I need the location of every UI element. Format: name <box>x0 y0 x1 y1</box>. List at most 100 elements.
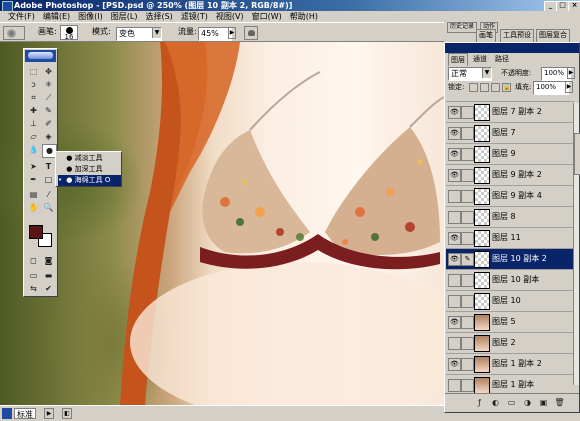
flyout-item-sponge[interactable]: • ● 海绵工具 O <box>58 175 121 186</box>
menu-item[interactable]: 文件(F) <box>4 11 39 22</box>
tab-layers[interactable]: 图层 <box>448 53 468 66</box>
visibility-eye-icon[interactable] <box>448 211 461 224</box>
lock-pixels-checkbox[interactable] <box>480 83 489 92</box>
link-icon[interactable] <box>461 169 474 182</box>
foreground-color-swatch[interactable] <box>29 225 43 239</box>
new-adjustment-layer-icon[interactable]: ◑ <box>521 397 534 409</box>
lock-all-icon[interactable]: 🔒 <box>502 83 511 92</box>
link-icon[interactable] <box>461 127 474 140</box>
menu-item[interactable]: 帮助(H) <box>286 11 322 22</box>
paintbrush-icon[interactable]: ✎ <box>461 253 474 266</box>
visibility-eye-icon[interactable] <box>448 379 461 392</box>
lasso-tool-icon[interactable]: ↄ <box>27 79 40 91</box>
layer-row[interactable]: 👁 ✎ 图层 10 副本 2 <box>446 248 574 270</box>
visibility-eye-icon[interactable] <box>448 337 461 350</box>
paint-bucket-tool-icon[interactable]: ◈ <box>42 131 55 143</box>
menu-item[interactable]: 编辑(E) <box>39 11 74 22</box>
link-icon[interactable] <box>461 148 474 161</box>
link-icon[interactable] <box>461 190 474 203</box>
menu-item[interactable]: 窗口(W) <box>248 11 286 22</box>
flyout-item-burn[interactable]: ● 加深工具 <box>58 164 121 175</box>
menu-item[interactable]: 选择(S) <box>141 11 176 22</box>
brush-tool-icon[interactable]: ✎ <box>42 105 55 117</box>
menu-item[interactable]: 视图(V) <box>212 11 248 22</box>
blend-mode-select[interactable]: 正常 ▼ <box>448 67 492 81</box>
healing-brush-tool-icon[interactable]: ✚ <box>27 105 40 117</box>
jump-to-imageready-icon[interactable]: ⇆ <box>27 283 40 295</box>
menu-item[interactable]: 滤镜(T) <box>177 11 212 22</box>
hand-tool-icon[interactable]: ✋ <box>27 202 40 214</box>
link-icon[interactable] <box>461 379 474 392</box>
opacity-slider-toggle[interactable]: ▶ <box>567 67 575 79</box>
blur-tool-icon[interactable]: 💧 <box>27 144 40 156</box>
document-canvas[interactable] <box>0 42 444 405</box>
flow-field[interactable]: 45% <box>198 27 232 41</box>
airbrush-button[interactable] <box>244 26 258 40</box>
fill-slider-toggle[interactable]: ▶ <box>565 81 573 93</box>
visibility-eye-icon[interactable]: 👁 <box>448 232 461 245</box>
link-icon[interactable] <box>461 232 474 245</box>
link-icon[interactable] <box>461 274 474 287</box>
lock-position-checkbox[interactable] <box>491 83 500 92</box>
layer-row[interactable]: 👁 图层 7 副本 2 <box>446 101 574 123</box>
new-layer-icon[interactable]: ▣ <box>537 397 550 409</box>
link-icon[interactable] <box>461 358 474 371</box>
link-icon[interactable] <box>461 316 474 329</box>
dock-tab-brushes[interactable]: 画笔 <box>476 29 496 43</box>
dock-tab-layer-comps[interactable]: 图层复合 <box>536 29 570 43</box>
visibility-eye-icon[interactable]: 👁 <box>448 358 461 371</box>
marquee-tool-icon[interactable]: ⬚ <box>27 66 40 78</box>
zoom-field[interactable]: 标准 <box>14 408 36 419</box>
menu-item[interactable]: 图层(L) <box>107 11 142 22</box>
brush-picker[interactable]: 16 <box>60 25 78 41</box>
notes-tool-icon[interactable]: ▤ <box>27 189 40 201</box>
visibility-eye-icon[interactable]: 👁 <box>448 253 461 266</box>
layer-row[interactable]: 图层 2 <box>446 332 574 354</box>
visibility-eye-icon[interactable]: 👁 <box>448 316 461 329</box>
link-icon[interactable] <box>461 295 474 308</box>
menu-item[interactable]: 图像(I) <box>74 11 107 22</box>
slice-tool-icon[interactable]: ⟋ <box>42 92 55 104</box>
link-icon[interactable] <box>461 211 474 224</box>
pen-tool-icon[interactable]: ✒ <box>27 174 40 186</box>
shape-tool-icon[interactable]: □ <box>42 174 55 186</box>
eraser-tool-icon[interactable]: ▱ <box>27 131 40 143</box>
trash-icon[interactable]: 🗑 <box>553 397 566 409</box>
layers-scrollbar[interactable] <box>573 103 580 385</box>
screen-mode-standard-icon[interactable]: ▭ <box>27 270 40 282</box>
layer-row[interactable]: 👁 图层 7 <box>446 122 574 144</box>
layer-row[interactable]: 图层 10 副本 <box>446 269 574 291</box>
move-tool-icon[interactable]: ✥ <box>42 66 55 78</box>
layer-row[interactable]: 👁 图层 5 <box>446 311 574 333</box>
tab-paths[interactable]: 路径 <box>493 53 511 65</box>
adobe-online-icon[interactable] <box>28 52 53 59</box>
add-layer-style-icon[interactable]: ƒ <box>473 397 486 409</box>
link-icon[interactable] <box>461 106 474 119</box>
dock-tab-tool-presets[interactable]: 工具预设 <box>500 29 534 43</box>
layer-row[interactable]: 👁 图层 9 <box>446 143 574 165</box>
scrollbar-thumb[interactable] <box>574 133 580 175</box>
layer-row[interactable]: 图层 8 <box>446 206 574 228</box>
visibility-eye-icon[interactable] <box>448 190 461 203</box>
add-mask-icon[interactable]: ◐ <box>489 397 502 409</box>
type-tool-icon[interactable]: T <box>42 161 55 173</box>
layer-row[interactable]: 👁 图层 9 副本 2 <box>446 164 574 186</box>
layer-row[interactable]: 图层 9 副本 4 <box>446 185 574 207</box>
magic-wand-tool-icon[interactable]: ✳ <box>42 79 55 91</box>
flow-slider-toggle[interactable]: ▶ <box>228 27 236 39</box>
flyout-item-dodge[interactable]: ● 减淡工具 <box>58 153 121 164</box>
tool-preset-picker[interactable] <box>3 26 25 40</box>
quick-mask-mode-icon[interactable]: ◙ <box>42 255 55 267</box>
restore-icon[interactable]: ◧ <box>62 408 72 419</box>
tab-channels[interactable]: 通道 <box>471 53 489 65</box>
status-menu-button[interactable]: ▶ <box>44 408 54 419</box>
dock-tab-history[interactable]: 历史记录 <box>447 22 478 33</box>
visibility-eye-icon[interactable]: 👁 <box>448 127 461 140</box>
visibility-eye-icon[interactable] <box>448 295 461 308</box>
layer-row[interactable]: 图层 10 <box>446 290 574 312</box>
history-brush-tool-icon[interactable]: ✐ <box>42 118 55 130</box>
clone-stamp-tool-icon[interactable]: ⊥ <box>27 118 40 130</box>
layer-row[interactable]: 👁 图层 1 副本 2 <box>446 353 574 375</box>
screen-mode-full-icon[interactable]: ▬ <box>42 270 55 282</box>
visibility-eye-icon[interactable]: 👁 <box>448 148 461 161</box>
